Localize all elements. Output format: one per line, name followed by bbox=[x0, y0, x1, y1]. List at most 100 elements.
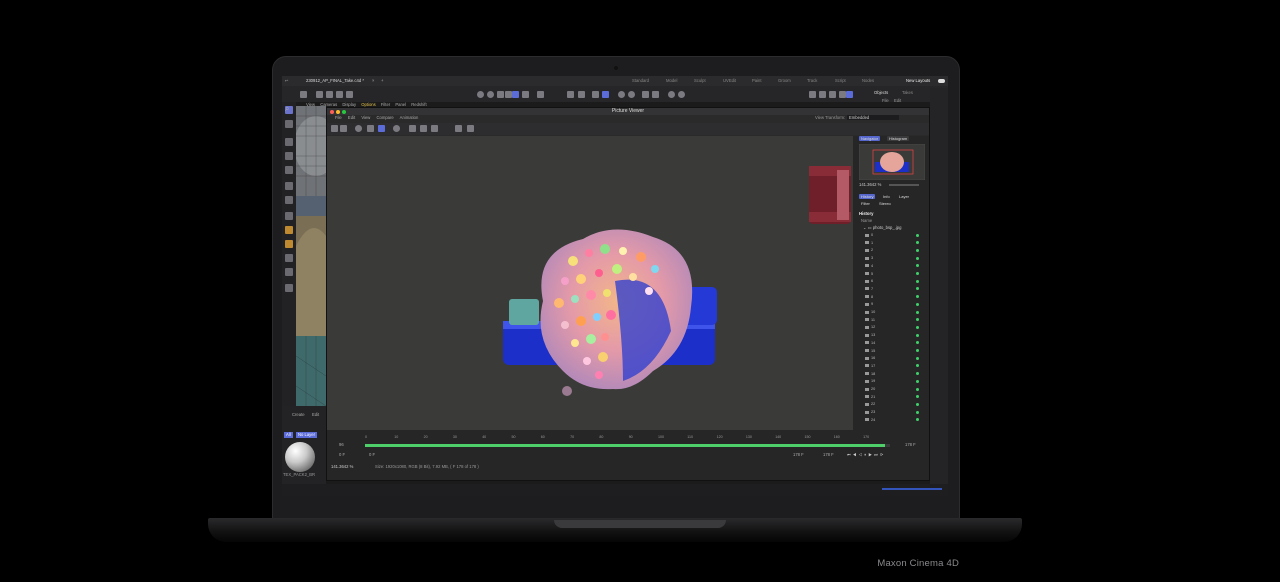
search-icon[interactable]: ⌕ bbox=[285, 104, 289, 114]
spline-tool-icon[interactable] bbox=[285, 268, 293, 276]
tab-filter[interactable]: Filter bbox=[859, 201, 872, 206]
objects-menu-edit[interactable]: Edit bbox=[894, 98, 901, 104]
history-row[interactable]: 14 bbox=[865, 340, 923, 347]
history-folder[interactable]: ⌄ ▭ photo_bsp_.jpg bbox=[863, 225, 901, 231]
new-layouts-button[interactable]: New Layouts bbox=[906, 78, 930, 84]
history-row[interactable]: 0 bbox=[865, 232, 923, 239]
magnet-tool-icon[interactable] bbox=[285, 284, 293, 292]
frame-current[interactable]: 178 F bbox=[793, 452, 804, 458]
knife-tool-icon[interactable] bbox=[285, 212, 293, 220]
loop-icon[interactable]: ⟳ bbox=[880, 452, 886, 457]
axis-z-icon[interactable] bbox=[336, 91, 343, 98]
tab-layer[interactable]: Layer bbox=[897, 194, 911, 199]
history-row[interactable]: 22 bbox=[865, 401, 923, 408]
compare-b-icon[interactable] bbox=[420, 125, 427, 132]
axis-x-icon[interactable] bbox=[316, 91, 323, 98]
navigator-thumbnail[interactable] bbox=[859, 144, 925, 180]
objects-menu-file[interactable]: File bbox=[882, 98, 889, 104]
history-row[interactable]: 13 bbox=[865, 332, 923, 339]
history-row[interactable]: 2 bbox=[865, 247, 923, 254]
layout-nodes[interactable]: Nodes bbox=[862, 78, 874, 84]
render-icon[interactable] bbox=[497, 91, 504, 98]
picture-viewer-icon[interactable] bbox=[505, 91, 512, 98]
history-row[interactable]: 5 bbox=[865, 271, 923, 278]
frame-total[interactable]: 178 F bbox=[823, 452, 834, 458]
axis-tool-icon[interactable] bbox=[285, 196, 293, 204]
scale-tool-icon[interactable] bbox=[285, 166, 293, 174]
layout-track[interactable]: Track bbox=[807, 78, 817, 84]
tab-navigator[interactable]: Navigator bbox=[859, 136, 881, 141]
snap-icon[interactable] bbox=[537, 91, 544, 98]
render-canvas[interactable] bbox=[327, 136, 853, 430]
history-row[interactable]: 6 bbox=[865, 278, 923, 285]
pv-menu-view[interactable]: View bbox=[361, 115, 370, 120]
history-row[interactable]: 11 bbox=[865, 317, 923, 324]
history-row[interactable]: 12 bbox=[865, 324, 923, 331]
history-row[interactable]: 3 bbox=[865, 255, 923, 262]
transform-tool-icon[interactable] bbox=[285, 182, 293, 190]
pv-menu-edit[interactable]: Edit bbox=[348, 115, 355, 120]
history-row[interactable]: 1 bbox=[865, 240, 923, 247]
layout-uvedit[interactable]: UVEdit bbox=[723, 78, 736, 84]
history-row[interactable]: 21 bbox=[865, 394, 923, 401]
history-row[interactable]: 16 bbox=[865, 355, 923, 362]
history-row[interactable]: 23 bbox=[865, 409, 923, 416]
frame-start[interactable]: 0 F bbox=[369, 452, 375, 458]
light-icon[interactable] bbox=[618, 91, 625, 98]
film-icon[interactable] bbox=[819, 91, 826, 98]
filter-no-layer[interactable]: No Layer bbox=[296, 432, 317, 438]
history-row[interactable]: 24 bbox=[865, 417, 923, 424]
frame-field[interactable]: 96 bbox=[339, 442, 344, 448]
zoom-slider[interactable] bbox=[889, 184, 919, 186]
material-preview[interactable] bbox=[285, 442, 315, 472]
history-row[interactable]: 7 bbox=[865, 286, 923, 293]
cube-icon[interactable] bbox=[522, 91, 529, 98]
magnet-icon[interactable] bbox=[567, 91, 574, 98]
history-row[interactable]: 18 bbox=[865, 371, 923, 378]
history-row[interactable]: 15 bbox=[865, 348, 923, 355]
back-arrow-icon[interactable]: ↩ bbox=[285, 78, 289, 84]
tab-takes[interactable]: Takes bbox=[902, 90, 913, 96]
pv-menu-animation[interactable]: Animation bbox=[400, 115, 419, 120]
mat-menu-edit[interactable]: Edit bbox=[312, 412, 319, 418]
pv-menu-compare[interactable]: Compare bbox=[377, 115, 394, 120]
export-icon[interactable] bbox=[467, 125, 474, 132]
save-icon[interactable] bbox=[340, 125, 347, 132]
tab-info[interactable]: Info bbox=[881, 194, 892, 199]
close-icon[interactable]: × bbox=[372, 78, 374, 84]
layout-standard[interactable]: Standard bbox=[632, 78, 649, 84]
history-row[interactable]: 8 bbox=[865, 294, 923, 301]
effector-icon[interactable] bbox=[652, 91, 659, 98]
compare-a-icon[interactable] bbox=[409, 125, 416, 132]
open-icon[interactable] bbox=[331, 125, 338, 132]
add-tab-icon[interactable]: + bbox=[381, 78, 383, 84]
deformer-icon[interactable] bbox=[642, 91, 649, 98]
actual-size-icon[interactable] bbox=[378, 125, 385, 132]
region-icon[interactable] bbox=[455, 125, 462, 132]
stop-icon[interactable] bbox=[355, 125, 362, 132]
paint-tool-icon[interactable] bbox=[285, 240, 293, 248]
tab-stereo[interactable]: Stereo bbox=[877, 201, 893, 206]
layout-icon[interactable] bbox=[809, 91, 816, 98]
tab-history[interactable]: History bbox=[859, 194, 876, 199]
camera-icon[interactable] bbox=[628, 91, 635, 98]
pv-menu-file[interactable]: File bbox=[335, 115, 342, 120]
history-row[interactable]: 10 bbox=[865, 309, 923, 316]
tab-objects[interactable]: Objects bbox=[874, 90, 888, 96]
grid-icon[interactable] bbox=[592, 91, 599, 98]
tab-histogram[interactable]: Histogram bbox=[887, 136, 910, 141]
render-settings-icon[interactable] bbox=[512, 91, 519, 98]
layout-paint[interactable]: Paint bbox=[752, 78, 762, 84]
swap-icon[interactable] bbox=[431, 125, 438, 132]
history-row[interactable]: 20 bbox=[865, 386, 923, 393]
mat-menu-create[interactable]: Create bbox=[292, 412, 305, 418]
workplane-icon[interactable] bbox=[578, 91, 585, 98]
rotate-tool-icon[interactable] bbox=[285, 152, 293, 160]
history-row[interactable]: 9 bbox=[865, 301, 923, 308]
grid-active-icon[interactable] bbox=[602, 91, 609, 98]
history-row[interactable]: 4 bbox=[865, 263, 923, 270]
layout-model[interactable]: Model bbox=[666, 78, 677, 84]
axis-y-icon[interactable] bbox=[326, 91, 333, 98]
render-view-icon[interactable] bbox=[487, 91, 494, 98]
clapper-icon[interactable] bbox=[829, 91, 836, 98]
